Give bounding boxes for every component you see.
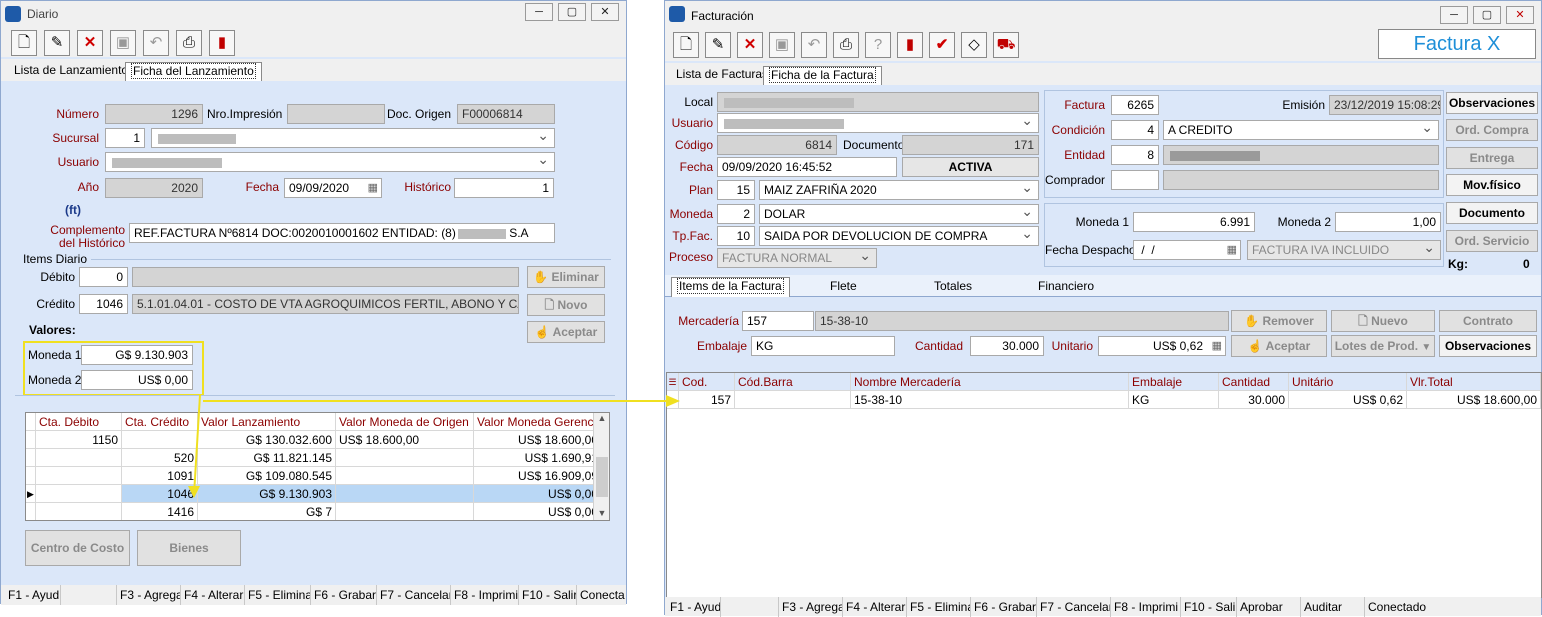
annotation-arrows <box>188 394 680 498</box>
annotation-arrowhead-right <box>666 395 680 407</box>
annotation-arrowhead-down <box>188 486 200 498</box>
annotation-arrow-down <box>193 394 201 496</box>
